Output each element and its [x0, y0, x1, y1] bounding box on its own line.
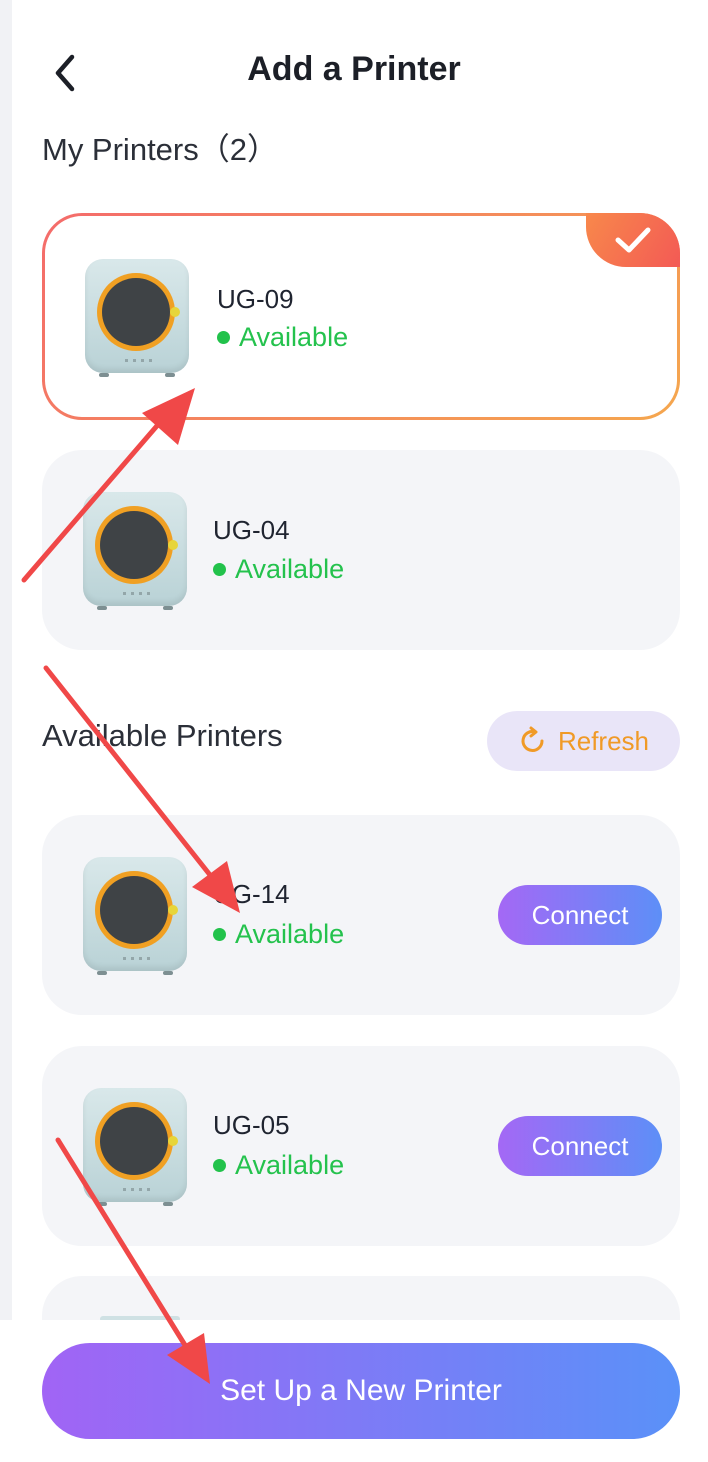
header-bar: Add a Printer — [0, 30, 708, 114]
available-printers-title: Available Printers — [42, 718, 283, 753]
connect-button[interactable]: Connect — [498, 1116, 662, 1176]
printer-card-ug-05[interactable]: UG-05 Available Connect — [42, 1046, 680, 1246]
left-edge-rail — [0, 0, 12, 1462]
printer-image — [83, 857, 187, 977]
printer-status: Available — [213, 554, 344, 585]
status-text: Available — [235, 1150, 345, 1180]
refresh-icon — [521, 726, 544, 752]
printer-card-ug-09[interactable]: UG-09 Available — [42, 213, 680, 420]
refresh-button[interactable]: Refresh — [487, 711, 680, 771]
setup-new-printer-button[interactable]: Set Up a New Printer — [42, 1343, 680, 1439]
status-dot-icon — [217, 331, 230, 344]
status-text: Available — [235, 919, 345, 949]
status-dot-icon — [213, 1159, 226, 1172]
printer-image — [85, 259, 189, 379]
printer-card-ug-04[interactable]: UG-04 Available — [42, 450, 680, 650]
status-text: Available — [239, 322, 349, 352]
selected-badge — [586, 213, 680, 267]
printer-status: Available — [217, 322, 348, 353]
printer-image — [83, 1088, 187, 1208]
printer-status: Available — [213, 1150, 344, 1181]
my-printers-title: My Printers（2） — [42, 132, 278, 167]
status-text: Available — [235, 554, 345, 584]
printer-card-ug-14[interactable]: UG-14 Available Connect — [42, 815, 680, 1015]
refresh-label: Refresh — [557, 725, 650, 756]
printer-status: Available — [213, 919, 344, 950]
status-dot-icon — [213, 563, 226, 576]
page-title: Add a Printer — [247, 50, 461, 88]
printer-name: UG-09 — [217, 284, 294, 314]
printer-name: UG-05 — [213, 1110, 290, 1140]
printer-name: UG-04 — [213, 515, 290, 545]
printer-name: UG-14 — [213, 879, 290, 909]
connect-button[interactable]: Connect — [498, 885, 662, 945]
checkmark-icon — [615, 227, 651, 253]
printer-image — [83, 492, 187, 612]
status-dot-icon — [213, 928, 226, 941]
